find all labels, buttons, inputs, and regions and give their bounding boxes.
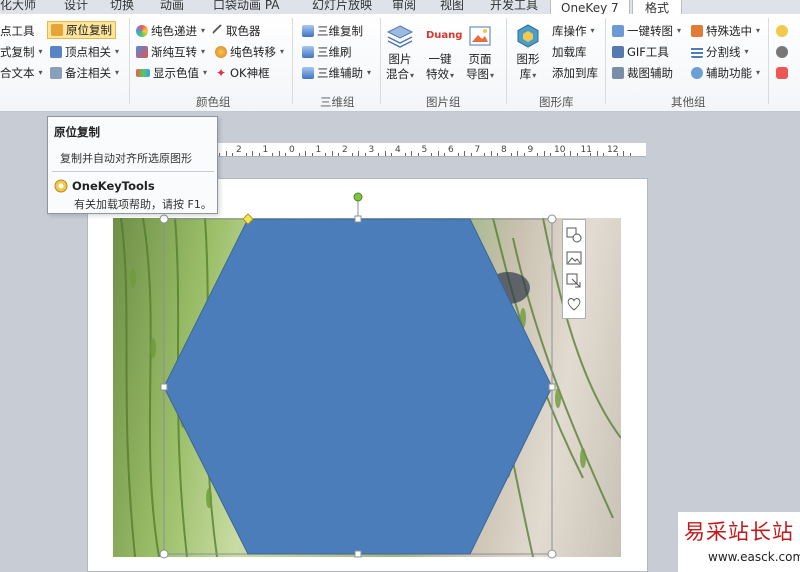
tooltip-description: 复制并自动对齐所选原图形 (60, 152, 192, 165)
tooltip-divider (52, 171, 214, 172)
favorite-button[interactable] (565, 295, 583, 313)
shapes-icon (566, 227, 582, 242)
picture-style-button[interactable] (565, 249, 583, 267)
watermark-site-name: 易采站长站 (684, 520, 794, 544)
crop-shape-button[interactable] (565, 272, 583, 290)
watermark-url: www.easck.com (708, 550, 800, 564)
tooltip-title: 原位复制 (54, 125, 100, 139)
tooltip-addin-name: OneKeyTools (72, 179, 155, 193)
layout-options-button[interactable] (565, 226, 583, 244)
hexagon-shape[interactable] (163, 218, 553, 555)
onekey-gear-icon (54, 179, 68, 193)
site-watermark: 易采站长站 www.easck.com (678, 512, 800, 572)
shape-quick-toolbar (562, 219, 586, 319)
picture-icon (566, 251, 582, 264)
resize-arrow-icon (566, 273, 581, 287)
ribbon-tooltip: 原位复制 复制并自动对齐所选原图形 OneKeyTools 有关加载项帮助，请按… (47, 116, 218, 214)
heart-icon (567, 297, 581, 311)
rotation-handle[interactable] (353, 192, 363, 202)
selected-shape-layer (159, 192, 557, 559)
tooltip-help-text: 有关加载项帮助，请按 F1。 (74, 198, 212, 211)
